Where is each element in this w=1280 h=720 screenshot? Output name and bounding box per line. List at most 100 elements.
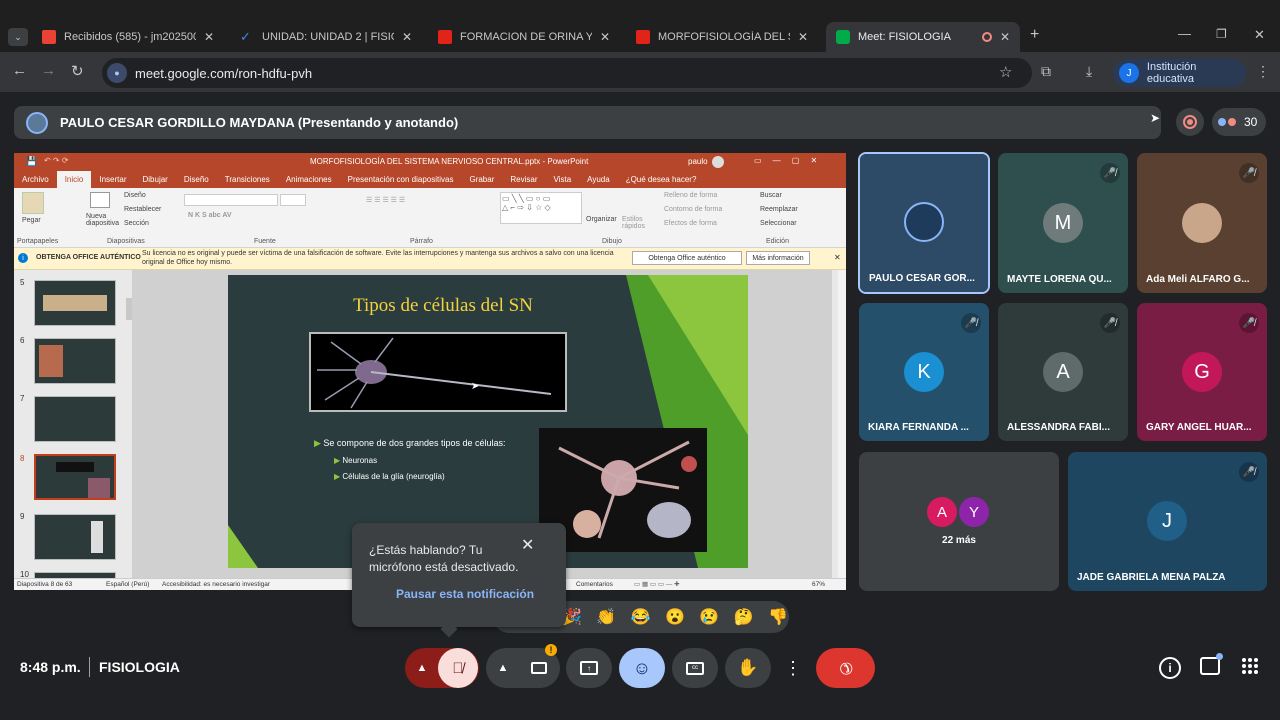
undo-icon: ↶ ↷ ⟳: [44, 156, 69, 165]
bookmark-star-icon[interactable]: ☆: [999, 63, 1012, 81]
extensions-icon[interactable]: ⧉: [1041, 63, 1051, 80]
new-slide-label: Nueva diapositiva: [86, 213, 120, 227]
laugh-reaction-icon[interactable]: 😂: [631, 607, 651, 627]
site-info-icon[interactable]: ●: [107, 63, 127, 83]
profile-button[interactable]: J Institución educativa: [1113, 59, 1246, 87]
chat-icon[interactable]: [1200, 653, 1223, 675]
pdf-icon: [636, 30, 650, 44]
thumb-number: 9: [20, 512, 25, 521]
get-office-button: Obtenga Office auténtico: [632, 251, 742, 265]
mic-off-icon: 🎙̸: [452, 659, 464, 677]
mic-off-icon: 🎤̸: [1239, 462, 1259, 482]
select-label: Seleccionar: [760, 220, 797, 227]
participant-tile[interactable]: 🎤̸ M MAYTE LORENA QU...: [998, 153, 1128, 293]
tab-morfo-pdf[interactable]: MORFOFISIOLOGÍA DEL SISTEM ✕: [626, 22, 818, 52]
participant-tile[interactable]: 🎤̸ A ALESSANDRA FABI...: [998, 303, 1128, 441]
surprised-reaction-icon[interactable]: 😮: [665, 607, 685, 627]
window-close-button[interactable]: ✕: [1254, 27, 1265, 43]
more-icon: ⋮: [784, 657, 802, 678]
reactions-button[interactable]: ☺: [619, 648, 665, 688]
mic-control-group: ▲ 🎙̸: [405, 648, 479, 688]
group-label: Edición: [766, 238, 789, 245]
camera-options-button[interactable]: ▲: [487, 662, 519, 674]
close-icon[interactable]: ✕: [600, 30, 610, 44]
minimize-button[interactable]: —: [1178, 26, 1191, 41]
warning-text: Su licencia no es original y puede ser v…: [142, 250, 614, 266]
url-bar[interactable]: ● meet.google.com/ron-hdfu-pvh: [102, 58, 1032, 88]
font-name-box: [184, 194, 278, 206]
recording-indicator[interactable]: [1176, 108, 1204, 136]
close-icon[interactable]: ✕: [204, 30, 214, 44]
ppt-tab: Presentación con diapositivas: [347, 175, 454, 184]
leave-call-button[interactable]: ✆: [816, 648, 875, 688]
thinking-reaction-icon[interactable]: 🤔: [734, 607, 754, 627]
tab-search-icon[interactable]: ⌄: [8, 28, 28, 46]
participant-name: Ada Meli ALFARO G...: [1146, 274, 1250, 285]
close-icon[interactable]: ✕: [798, 30, 808, 44]
participant-name: ALESSANDRA FABI...: [1007, 422, 1110, 433]
present-screen-button[interactable]: ↑: [566, 648, 612, 688]
tab-gmail[interactable]: Recibidos (585) - jm202500130 ✕: [32, 22, 224, 52]
bullet-arrow-icon: ▶: [314, 438, 324, 448]
avatar: A: [927, 497, 957, 527]
tab-label: Meet: FISIOLOGIA: [858, 31, 951, 43]
meeting-time: 8:48 p.m.: [20, 659, 81, 675]
close-icon[interactable]: ✕: [1000, 30, 1010, 44]
ppt-tab: Archivo: [22, 175, 49, 184]
thumb-number: 10: [20, 570, 29, 578]
license-warning-bar: i OBTENGA OFFICE AUTÉNTICO Su licencia n…: [14, 248, 846, 270]
new-tab-button[interactable]: +: [1030, 26, 1039, 44]
participant-tile[interactable]: PAULO CESAR GOR...: [858, 152, 990, 294]
participant-tile[interactable]: 🎤̸ G GARY ANGEL HUAR...: [1137, 303, 1267, 441]
close-icon[interactable]: ✕: [402, 30, 412, 44]
ppt-tab: Insertar: [99, 175, 127, 184]
captions-button[interactable]: cc: [672, 648, 718, 688]
thumbs-down-reaction-icon[interactable]: 👎: [768, 607, 788, 627]
mic-options-button[interactable]: ▲: [406, 662, 438, 674]
more-info-button: Más información: [746, 251, 810, 265]
reload-icon[interactable]: ↻: [71, 62, 84, 80]
more-participants-tile[interactable]: A Y 22 más: [859, 452, 1059, 591]
pause-notification-button[interactable]: Pausar esta notificación: [396, 587, 534, 601]
participants-button[interactable]: 30: [1212, 108, 1266, 136]
browser-menu-icon[interactable]: ⋮: [1256, 63, 1270, 80]
participant-tile[interactable]: 🎤̸ Ada Meli ALFARO G...: [1137, 153, 1267, 293]
download-icon[interactable]: ⤓: [1086, 63, 1092, 80]
shape-outline-label: Contorno de forma: [664, 206, 723, 213]
bullet-text: Se compone de dos grandes tipos de célul…: [323, 438, 506, 448]
meet-icon: [836, 30, 850, 44]
ppt-ribbon-tabs: Archivo Inicio Insertar Dibujar Diseño T…: [14, 171, 846, 188]
new-slide-icon: [90, 192, 110, 208]
raise-hand-button[interactable]: ✋: [725, 648, 771, 688]
clap-reaction-icon[interactable]: 👏: [596, 607, 616, 627]
pdf-icon: [438, 30, 452, 44]
mic-muted-popup: ¿Estás hablando? Tu micrófono está desac…: [352, 523, 566, 638]
close-icon[interactable]: ✕: [521, 535, 534, 555]
activities-icon[interactable]: [1242, 658, 1258, 674]
tab-orina-pdf[interactable]: FORMACION DE ORINA Y FILTR ✕: [428, 22, 620, 52]
canvas-scrollbar: [832, 270, 838, 578]
view-icons: ▭ ▦ ▭ ▭ — ✚: [634, 581, 680, 588]
tab-label: FORMACION DE ORINA Y FILTR: [460, 31, 592, 43]
avatar: M: [1043, 203, 1083, 243]
back-icon[interactable]: ←: [12, 62, 27, 79]
ppt-tab-search: ¿Qué desea hacer?: [625, 175, 697, 184]
slide-subbullet: ▶ Células de la glía (neuroglía): [334, 472, 445, 481]
camera-toggle-button[interactable]: !: [519, 644, 559, 688]
participant-tile[interactable]: 🎤̸ K KIARA FERNANDA ...: [859, 303, 989, 441]
hang-up-icon: ✆: [834, 656, 856, 679]
forward-icon[interactable]: →: [41, 62, 56, 79]
tab-unidad[interactable]: ✓ UNIDAD: UNIDAD 2 | FISIOLOGÍ ✕: [230, 22, 422, 52]
more-options-button[interactable]: ⋮: [778, 648, 808, 688]
thumb-number: 5: [20, 278, 25, 287]
present-icon: ↑: [580, 661, 598, 675]
restore-button[interactable]: ❐: [1216, 27, 1227, 41]
participant-tile[interactable]: 🎤̸ J JADE GABRIELA MENA PALZA: [1068, 452, 1267, 591]
meeting-info-icon[interactable]: i: [1159, 657, 1181, 679]
sad-reaction-icon[interactable]: 😢: [699, 607, 719, 627]
mic-toggle-button[interactable]: 🎙̸: [438, 648, 478, 688]
thumb-number-current: 8: [20, 454, 25, 463]
check-icon: ✓: [240, 29, 251, 44]
tab-meet[interactable]: Meet: FISIOLOGIA ✕: [826, 22, 1020, 52]
divider: [89, 657, 90, 677]
